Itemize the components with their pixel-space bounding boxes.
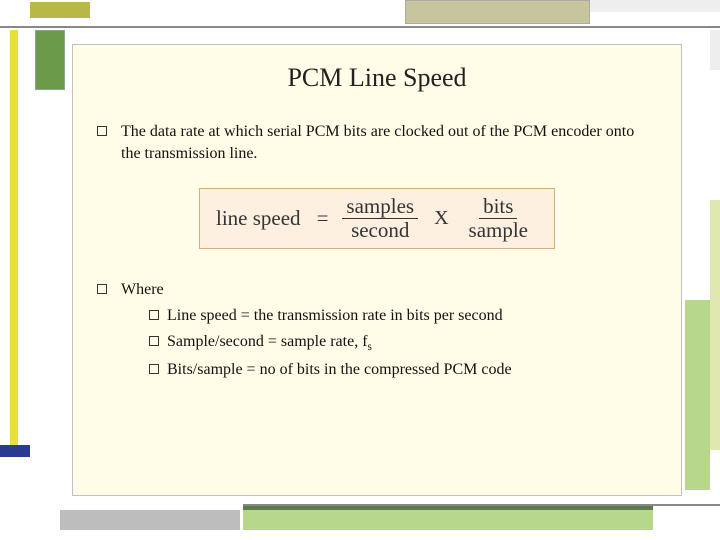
formula-frac-2: bits sample (465, 195, 532, 242)
sub-item-1-text: Line speed = the transmission rate in bi… (167, 305, 503, 327)
slide-panel: PCM Line Speed The data rate at which se… (72, 44, 682, 496)
frac2-numerator: bits (479, 195, 517, 219)
bullet-marker-icon (149, 336, 159, 346)
formula-frac-1: samples second (342, 195, 418, 242)
bullet-2-text: Where (121, 279, 657, 301)
bullet-marker-icon (149, 364, 159, 374)
sub-item-2-subscript: s (368, 341, 372, 353)
formula-equals: = (317, 206, 329, 231)
sub-item-1: Line speed = the transmission rate in bi… (149, 305, 657, 327)
left-accent-yellow (10, 30, 18, 450)
right-accent-3 (710, 30, 720, 70)
top-accent-olive (405, 0, 590, 24)
frac2-denominator: sample (465, 219, 532, 242)
formula-lhs: line speed (216, 206, 301, 231)
sub-item-2: Sample/second = sample rate, fs (149, 331, 657, 355)
frac1-denominator: second (347, 219, 413, 242)
top-accent-yellow (30, 2, 90, 18)
bullet-1: The data rate at which serial PCM bits a… (97, 121, 657, 164)
top-accent-gray (590, 0, 720, 12)
sub-item-3-text: Bits/sample = no of bits in the compress… (167, 359, 512, 381)
frac1-numerator: samples (342, 195, 418, 219)
bottom-accent-green (243, 510, 653, 530)
bullet-marker-icon (149, 310, 159, 320)
sub-item-3: Bits/sample = no of bits in the compress… (149, 359, 657, 381)
left-accent-blue (0, 445, 30, 457)
bullet-marker-icon (97, 126, 107, 136)
bullet-marker-icon (97, 284, 107, 294)
slide-title: PCM Line Speed (97, 63, 657, 93)
sub-item-2-pre: Sample/second = sample rate, f (167, 333, 368, 350)
line-speed-formula: line speed = samples second X bits sampl… (199, 188, 555, 249)
bottom-accent-gray (60, 510, 240, 530)
bullet-1-text: The data rate at which serial PCM bits a… (121, 121, 657, 164)
top-frame (0, 0, 720, 28)
bullet-2: Where Line speed = the transmission rate… (97, 279, 657, 384)
left-accent-green (35, 30, 65, 90)
formula-container: line speed = samples second X bits sampl… (97, 188, 657, 249)
right-accent-green (685, 300, 710, 490)
formula-multiply: X (434, 207, 448, 230)
right-accent-1 (710, 200, 720, 450)
sub-item-2-text: Sample/second = sample rate, fs (167, 331, 372, 355)
sub-list: Line speed = the transmission rate in bi… (149, 305, 657, 380)
